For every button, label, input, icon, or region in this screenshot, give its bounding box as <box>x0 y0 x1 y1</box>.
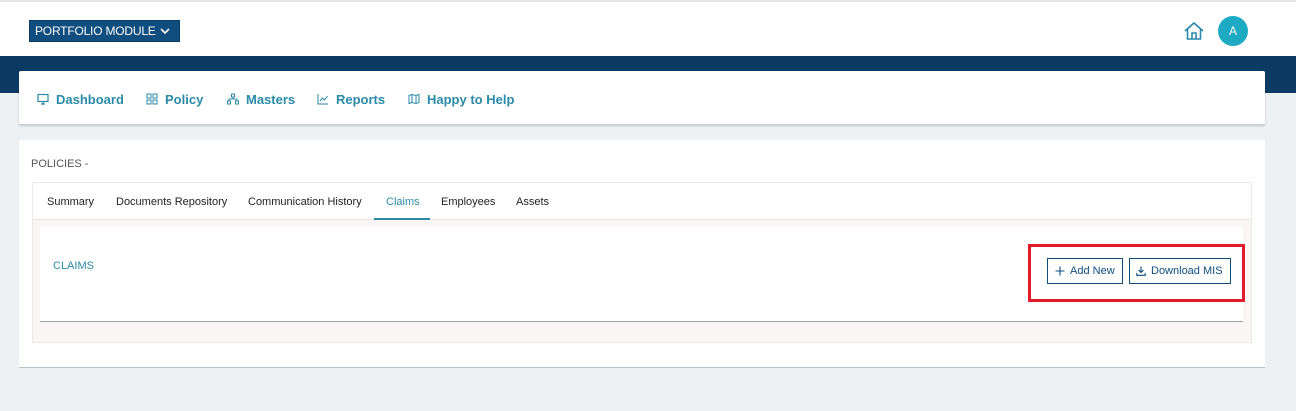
tab-communication-history[interactable]: Communication History <box>248 196 362 208</box>
nav-item-label: Policy <box>165 91 204 107</box>
module-selector-button[interactable]: PORTFOLIO MODULE <box>29 20 180 42</box>
nav-item-label: Reports <box>336 91 386 107</box>
download-mis-button[interactable]: Download MIS <box>1129 258 1231 284</box>
tab-employees[interactable]: Employees <box>441 196 495 208</box>
nav-item-masters[interactable]: Masters <box>227 90 295 108</box>
nav-item-dashboard[interactable]: Dashboard <box>37 90 124 108</box>
main-nav: Dashboard Policy Masters Reports Happy t… <box>19 71 1265 125</box>
nav-item-label: Masters <box>246 91 296 107</box>
top-header: PORTFOLIO MODULE A <box>0 0 1296 56</box>
module-selector-label: PORTFOLIO MODULE <box>35 24 156 38</box>
nav-item-label: Dashboard <box>56 91 124 107</box>
download-mis-label: Download MIS <box>1151 265 1223 277</box>
add-new-label: Add New <box>1070 265 1115 277</box>
hierarchy-icon <box>227 93 239 105</box>
avatar-initial: A <box>1228 24 1237 38</box>
nav-item-happy-to-help[interactable]: Happy to Help <box>408 90 514 108</box>
nav-item-reports[interactable]: Reports <box>317 90 385 108</box>
plus-icon <box>1055 266 1065 276</box>
chevron-down-icon <box>160 28 170 35</box>
tab-assets[interactable]: Assets <box>516 196 549 208</box>
tab-summary[interactable]: Summary <box>47 196 94 208</box>
nav-item-policy[interactable]: Policy <box>146 90 203 108</box>
download-icon <box>1136 266 1146 276</box>
grid-icon <box>146 93 158 105</box>
map-icon <box>408 93 420 105</box>
tab-bar: Summary Documents Repository Communicati… <box>33 183 1251 220</box>
tab-claims[interactable]: Claims <box>386 196 420 208</box>
tab-documents-repository[interactable]: Documents Repository <box>116 196 227 208</box>
line-chart-icon <box>317 94 328 105</box>
user-avatar[interactable]: A <box>1218 16 1248 46</box>
nav-item-label: Happy to Help <box>427 91 515 107</box>
active-tab-indicator <box>374 218 430 220</box>
page-title: POLICIES - <box>31 158 89 170</box>
claims-section-title: CLAIMS <box>53 260 94 272</box>
home-icon[interactable] <box>1183 21 1205 41</box>
add-new-button[interactable]: Add New <box>1047 258 1123 284</box>
monitor-icon <box>37 93 49 105</box>
